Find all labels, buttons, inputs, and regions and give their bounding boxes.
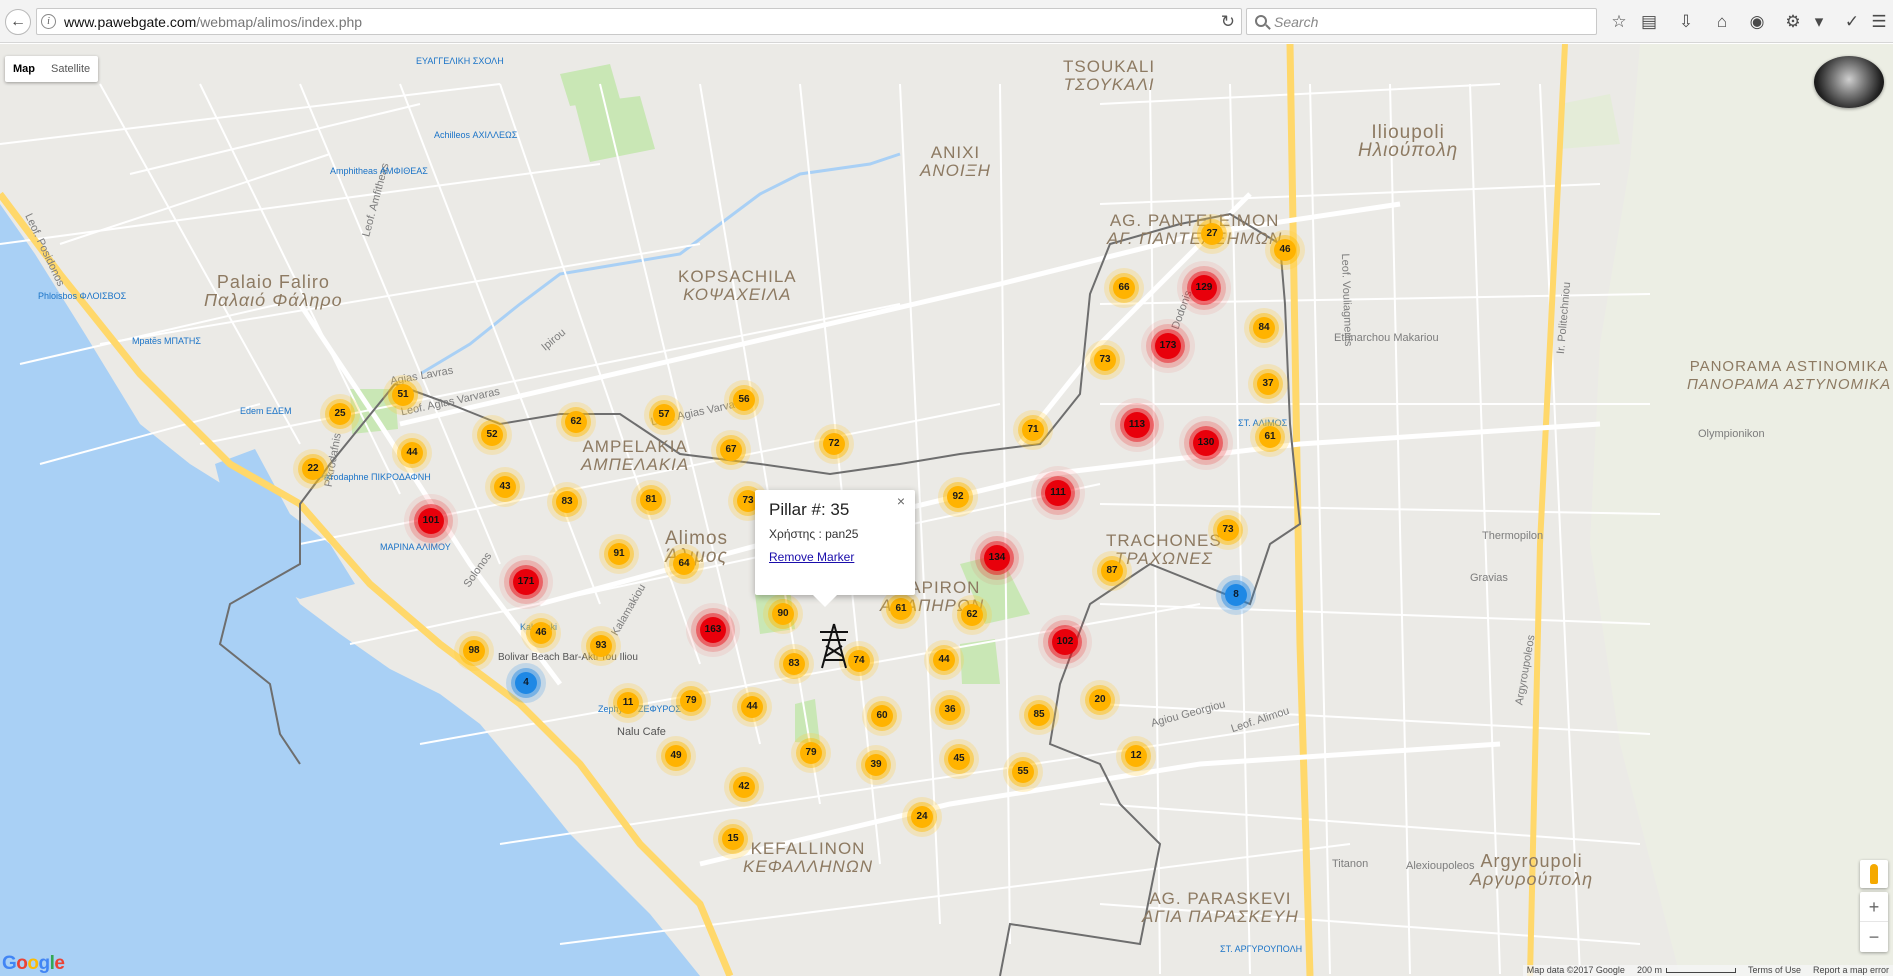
district-label: Ilioupoli Ηλιούπολη <box>1358 122 1459 161</box>
hill-area <box>1560 94 1620 149</box>
poi-label[interactable]: ΜΑΡΙΝΑ ΑΛΙΜΟΥ <box>380 542 451 552</box>
reading-list-icon[interactable]: ▤ <box>1638 11 1660 33</box>
close-icon[interactable]: × <box>897 493 905 509</box>
poi-label[interactable]: Nalu Cafe <box>617 726 666 738</box>
poi-label[interactable]: ΣΤ. ΑΛΙΜΟΣ <box>1238 418 1287 428</box>
scale-control[interactable]: 200 m <box>1637 965 1736 976</box>
district-label: AMPELAKIA ΑΜΠΕΛΑΚΙΑ <box>581 437 690 474</box>
zoom-in-button[interactable]: + <box>1860 892 1888 922</box>
site-logo-avatar[interactable] <box>1814 56 1884 108</box>
river-line <box>419 152 901 376</box>
back-arrow-icon[interactable]: ← <box>5 9 31 35</box>
street-label: Titanon <box>1332 858 1369 870</box>
street-label: Thermopilon <box>1482 530 1544 542</box>
url-text[interactable]: www.pawebgate.com/webmap/alimos/index.ph… <box>64 14 362 30</box>
poi-label[interactable]: Amphitheas ΑΜΦΙΘΕΑΣ <box>330 166 428 176</box>
poi-label[interactable]: Mpatēs ΜΠΑΤΗΣ <box>132 336 201 346</box>
district-label: Argyroupoli Αργυρούπολη <box>1470 851 1594 889</box>
search-icon <box>1255 15 1267 27</box>
menu-icon[interactable]: ☰ <box>1868 11 1890 33</box>
poi-label[interactable]: Pikrodaphne ΠΙΚΡΟΔΑΦΝΗ <box>318 472 431 482</box>
street-label: Ethnarchou Makariou <box>1334 332 1439 344</box>
district-label: Palaio Faliro Παλαιό Φάληρο <box>204 272 343 310</box>
district-label: TRACHONES ΤΡΑΧΩΝΕΣ <box>1106 531 1222 568</box>
map-canvas[interactable]: TSOUKALI ΤΣΟΥΚΑΛΙ ANIXI ΑΝΟΙΞΗ Ilioupoli Ηλ… <box>0 44 1893 976</box>
street-label: Gravias <box>1470 572 1508 584</box>
park-area <box>560 64 620 106</box>
info-icon[interactable]: i <box>41 14 56 29</box>
report-error-link[interactable]: Report a map error <box>1813 965 1889 976</box>
street-view-pegman-icon[interactable] <box>1860 860 1888 888</box>
poi-label[interactable]: Phloisbos ΦΛΟΙΣΒΟΣ <box>38 291 126 301</box>
major-road <box>539 421 1601 607</box>
pocket-icon[interactable]: ◉ <box>1746 11 1768 33</box>
district-label: PANORAMA ASTINOMIKA ΠΑΝΟΡΑΜΑ ΑΣΤΥΝΟΜΙΚΑ <box>1687 358 1892 393</box>
district-label: ANIXI ΑΝΟΙΞΗ <box>920 143 991 180</box>
download-icon[interactable]: ⇩ <box>1675 11 1697 33</box>
popup-user: Χρήστης : pan25 <box>769 527 859 541</box>
search-input[interactable]: Search <box>1246 8 1597 35</box>
park-area <box>575 96 655 162</box>
bookmark-star-icon[interactable]: ☆ <box>1608 11 1630 33</box>
district-label: AG. PANTELEIMON ΑΓ. ΠΑΝΤΕΛΕΗΜΩΝ <box>1107 211 1283 248</box>
terms-link[interactable]: Terms of Use <box>1748 965 1801 976</box>
street-label: Alexioupoleos <box>1406 860 1475 872</box>
remove-marker-link[interactable]: Remove Marker <box>769 550 854 564</box>
url-path: /webmap/alimos/index.php <box>196 14 363 30</box>
map-type-control: Map Satellite <box>5 56 99 82</box>
district-label: KOPSACHILA ΚΟΨΑΧΕΙΛΑ <box>678 267 797 304</box>
browser-toolbar: ← i www.pawebgate.com/webmap/alimos/inde… <box>0 0 1893 43</box>
map-data-attribution: Map data ©2017 Google <box>1526 965 1625 975</box>
google-logo[interactable]: Google <box>2 953 65 975</box>
map-type-map-button[interactable]: Map <box>5 56 43 82</box>
map-type-satellite-button[interactable]: Satellite <box>43 56 98 82</box>
home-icon[interactable]: ⌂ <box>1711 11 1733 33</box>
vouliagmenis-highway <box>1286 44 1314 976</box>
addon-icon[interactable]: ✓ <box>1841 11 1863 33</box>
poi-label[interactable]: Bolivar Beach Bar-Akti Tou Iliou <box>498 652 638 663</box>
map-footer: Map data ©2017 Google 200 m Terms of Use… <box>1522 965 1893 976</box>
poi-label[interactable]: Achilleos ΑΧΙΛΛΕΩΣ <box>434 130 517 140</box>
poi-label[interactable]: Zephyros ΖΕΦΥΡΟΣ <box>598 704 681 714</box>
hill-area <box>1590 44 1893 976</box>
district-label: TSOUKALI ΤΣΟΥΚΑΛΙ <box>1063 57 1156 94</box>
park-area <box>795 699 820 744</box>
zoom-control: + − <box>1860 892 1888 952</box>
address-bar[interactable]: i www.pawebgate.com/webmap/alimos/index.… <box>36 8 1242 35</box>
popup-title: Pillar #: 35 <box>769 500 850 519</box>
district-label: KEFALLINON ΚΕΦΑΛΛΗΝΩΝ <box>743 839 874 876</box>
poi-label[interactable]: ΕΥΑΓΓΕΛΙΚΗ ΣΧΟΛΗ <box>416 56 504 66</box>
extension-icon[interactable]: ⚙ <box>1782 11 1804 33</box>
extension-dropdown-icon[interactable]: ▾ <box>1808 11 1830 33</box>
poi-label[interactable]: ΣΤ. ΑΡΓΥΡΟΥΠΟΛΗ <box>1220 944 1302 954</box>
tower-marker-icon[interactable] <box>816 622 852 670</box>
search-placeholder: Search <box>1274 14 1319 30</box>
zoom-out-button[interactable]: − <box>1860 922 1888 952</box>
url-host: www.pawebgate.com <box>64 14 197 30</box>
map-tiles <box>0 44 1893 976</box>
district-label: AG. PARASKEVI ΑΓΙΑ ΠΑΡΑΣΚΕΥΗ <box>1142 889 1299 926</box>
reload-icon[interactable]: ↻ <box>1221 12 1235 32</box>
info-window: × Pillar #: 35 Χρήστης : pan25 Remove Ma… <box>755 490 915 607</box>
poi-label[interactable]: Edem ΕΔΕΜ <box>240 406 292 416</box>
poi-label: Olympionikon <box>1698 428 1765 440</box>
